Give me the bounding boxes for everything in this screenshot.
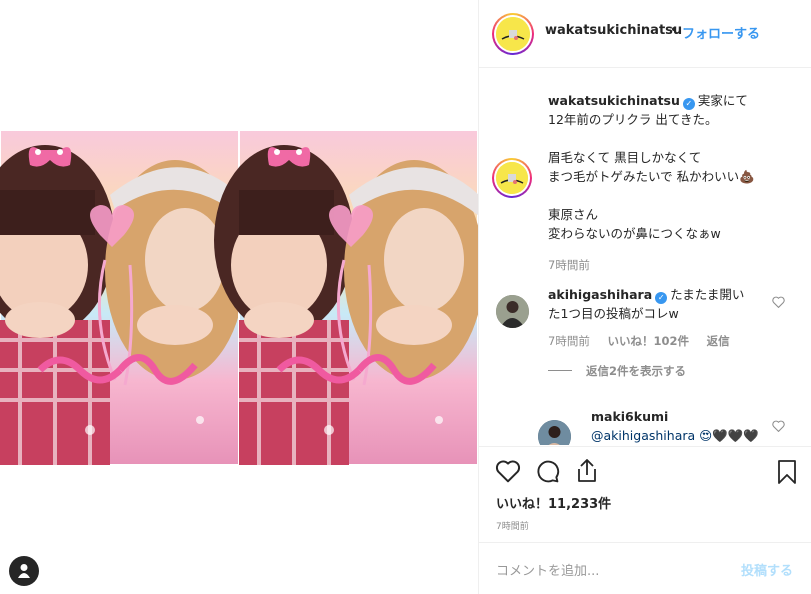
- caption-time[interactable]: 7時間前: [548, 257, 798, 273]
- divider: [479, 542, 811, 543]
- comment-input[interactable]: コメントを追加...: [496, 560, 599, 579]
- caption-line: 12年前のプリクラ 出てきた。: [548, 112, 718, 127]
- comment-text: た1つ目の投稿がコレw: [548, 306, 679, 321]
- replies-line: [548, 370, 572, 371]
- caption: wakatsukichinatsu ✓ 実家にて 12年前のプリクラ 出てきた。 眉…: [548, 91, 798, 273]
- caption-line: まつ毛がトゲみたいで 私かわいい💩: [548, 169, 755, 184]
- caption-line: 変わらないのが鼻につくなぁw: [548, 226, 721, 241]
- post-panel: wakatsukichinatsu • フォローする wakatsukichin…: [478, 0, 811, 594]
- reply-button[interactable]: 返信: [707, 334, 730, 348]
- post-comment-button[interactable]: 投稿する: [741, 560, 793, 579]
- divider: [479, 446, 811, 447]
- comment-akihigashihara: akihigashihara ✓ たまたま開い た1つ目の投稿がコレw 7時間前 い…: [548, 285, 768, 379]
- like-count[interactable]: いいね！11,233件: [496, 493, 611, 512]
- heart-outline-icon[interactable]: [772, 417, 785, 436]
- caption-avatar[interactable]: [492, 158, 532, 198]
- author-username[interactable]: wakatsukichinatsu: [545, 23, 682, 38]
- comment-text: たまたま開い: [670, 287, 745, 302]
- comment-username[interactable]: maki6kumi: [591, 409, 668, 424]
- caption-line: 実家にて: [697, 93, 748, 108]
- bookmark-icon[interactable]: [777, 459, 797, 489]
- comment-maki6kumi: maki6kumi @akihigashihara 😍🖤🖤🖤: [591, 407, 771, 445]
- caption-line: 眉毛なくて 黒目しかなくて: [548, 150, 702, 165]
- comment-icon[interactable]: [535, 459, 560, 488]
- follow-button[interactable]: フォローする: [682, 23, 760, 42]
- commenter-avatar[interactable]: [538, 420, 571, 445]
- commenter-avatar[interactable]: [496, 295, 529, 328]
- heart-outline-icon[interactable]: [772, 293, 785, 312]
- verified-badge-icon: ✓: [682, 97, 695, 110]
- separator-dot: •: [670, 23, 678, 38]
- view-replies-button[interactable]: 返信2件を表示する: [586, 364, 686, 378]
- comments-list[interactable]: wakatsukichinatsu ✓ 実家にて 12年前のプリクラ 出てきた。 眉…: [479, 69, 811, 445]
- author-avatar[interactable]: [492, 13, 534, 55]
- post-time[interactable]: 7時間前: [496, 519, 529, 532]
- verified-badge-icon: ✓: [655, 291, 668, 304]
- user-icon[interactable]: [9, 556, 39, 586]
- comment-time[interactable]: 7時間前: [548, 334, 590, 348]
- heart-icon[interactable]: [495, 459, 521, 487]
- share-icon[interactable]: [575, 458, 599, 488]
- comment-text: @akihigashihara 😍🖤🖤🖤: [591, 428, 759, 443]
- caption-username[interactable]: wakatsukichinatsu: [548, 93, 680, 108]
- comment-username[interactable]: akihigashihara: [548, 287, 652, 302]
- post-image[interactable]: [0, 130, 478, 465]
- post-header: wakatsukichinatsu • フォローする: [479, 0, 811, 68]
- action-bar: [479, 455, 811, 495]
- caption-line: 東原さん: [548, 207, 599, 222]
- comment-likes[interactable]: いいね！102件: [607, 334, 689, 348]
